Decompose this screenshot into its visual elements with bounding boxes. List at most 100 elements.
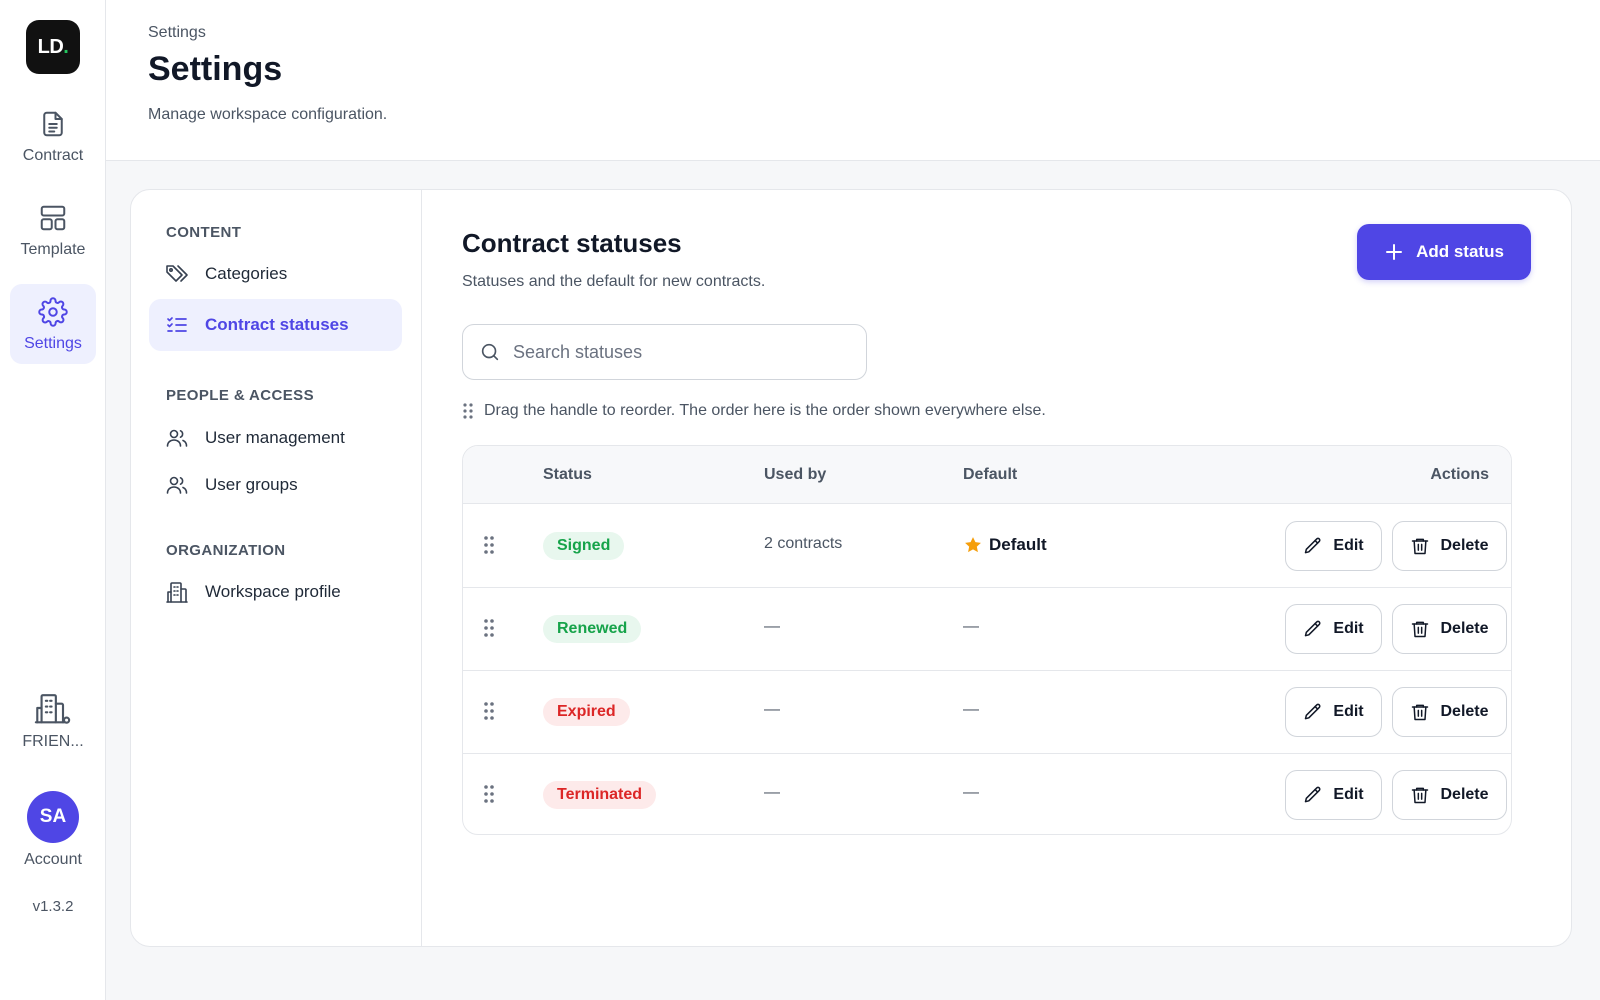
trash-icon (1412, 538, 1429, 555)
default-value: — (963, 618, 979, 635)
settings-subnav: CONTENT Categories Contract statuses PEO… (131, 190, 422, 946)
delete-label: Delete (1440, 537, 1489, 554)
rail-item-settings[interactable]: Settings (10, 284, 96, 364)
table-row: Signed 2 contracts Default Edit Delete (463, 505, 1511, 588)
section-title: Contract statuses (462, 228, 682, 258)
column-header-default: Default (963, 466, 1018, 483)
delete-button[interactable]: Delete (1392, 687, 1507, 737)
add-status-button[interactable]: Add status (1357, 224, 1531, 280)
app-rail: LD. Contract Template Settings FRIEN... … (0, 0, 106, 1000)
edit-button[interactable]: Edit (1285, 521, 1382, 571)
delete-label: Delete (1440, 703, 1489, 720)
used-by-value: 2 contracts (764, 535, 843, 552)
default-cell: — (963, 618, 979, 636)
subnav-item-user-groups[interactable]: User groups (149, 459, 402, 511)
section-subtitle: Statuses and the default for new contrac… (462, 273, 766, 290)
default-badge: Default (989, 535, 1047, 554)
subnav-item-categories[interactable]: Categories (149, 248, 402, 300)
avatar[interactable]: SA (27, 791, 79, 843)
section-label-people: PEOPLE & ACCESS (166, 387, 314, 404)
subnav-item-label: Workspace profile (205, 582, 341, 601)
edit-label: Edit (1333, 703, 1364, 720)
app-logo[interactable]: LD. (26, 20, 80, 74)
subnav-item-label: Categories (205, 264, 288, 283)
table-header: Status Used by Default Actions (463, 446, 1511, 504)
default-cell: Default (963, 535, 1047, 555)
page-subtitle: Manage workspace configuration. (148, 106, 388, 123)
layout-icon (40, 205, 66, 231)
edit-label: Edit (1333, 786, 1364, 803)
status-badge: Terminated (543, 781, 657, 809)
trash-icon (1412, 787, 1429, 804)
search-input[interactable] (513, 341, 843, 363)
drag-handle-icon[interactable] (483, 618, 495, 638)
delete-label: Delete (1440, 620, 1489, 637)
search-icon (481, 343, 499, 361)
edit-button[interactable]: Edit (1285, 604, 1382, 654)
building-icon (166, 582, 188, 603)
edit-label: Edit (1333, 620, 1364, 637)
delete-label: Delete (1440, 786, 1489, 803)
tag-icon (166, 265, 188, 282)
status-badge: Renewed (543, 615, 642, 643)
pencil-icon (1305, 620, 1321, 637)
delete-button[interactable]: Delete (1392, 770, 1507, 820)
document-icon (43, 111, 63, 137)
default-cell: — (963, 784, 979, 802)
rail-label: Template (20, 241, 86, 258)
section-label-organization: ORGANIZATION (166, 542, 286, 559)
status-badge: Expired (543, 698, 630, 726)
pencil-icon (1305, 786, 1321, 803)
breadcrumb[interactable]: Settings (148, 24, 206, 42)
plus-icon (1386, 244, 1403, 260)
subnav-item-workspace-profile[interactable]: Workspace profile (149, 566, 402, 618)
trash-icon (1412, 621, 1429, 638)
subnav-item-contract-statuses[interactable]: Contract statuses (149, 299, 402, 351)
users-icon (166, 476, 188, 494)
used-by-value: — (764, 701, 780, 718)
table-row: Terminated — — Edit Delete (463, 754, 1511, 834)
subnav-item-label: Contract statuses (205, 315, 349, 334)
star-icon (965, 537, 981, 553)
subnav-item-label: User management (205, 428, 345, 447)
default-cell: — (963, 701, 979, 719)
trash-icon (1412, 704, 1429, 721)
reorder-hint-text: Drag the handle to reorder. The order he… (484, 402, 1046, 419)
statuses-table: Status Used by Default Actions Signed 2 … (462, 445, 1512, 835)
version-label: v1.3.2 (32, 898, 74, 915)
table-row: Expired — — Edit Delete (463, 671, 1511, 754)
rail-item-workspace[interactable]: FRIEN... (10, 680, 96, 760)
delete-button[interactable]: Delete (1392, 604, 1507, 654)
account-label[interactable]: Account (0, 851, 106, 869)
column-header-status: Status (543, 466, 592, 483)
drag-handle-icon[interactable] (483, 701, 495, 721)
subnav-item-user-management[interactable]: User management (149, 412, 402, 464)
rail-item-contract[interactable]: Contract (10, 96, 96, 176)
table-row: Renewed — — Edit Delete (463, 588, 1511, 671)
search-field[interactable] (462, 324, 867, 380)
edit-button[interactable]: Edit (1285, 770, 1382, 820)
add-status-label: Add status (1416, 242, 1504, 261)
users-icon (166, 429, 188, 447)
rail-label: FRIEN... (22, 733, 84, 750)
drag-handle-icon (463, 403, 473, 419)
drag-handle-icon[interactable] (483, 784, 495, 804)
rail-label: Settings (24, 335, 82, 352)
logo-dot: . (63, 35, 69, 58)
delete-button[interactable]: Delete (1392, 521, 1507, 571)
section-label-content: CONTENT (166, 224, 242, 241)
gear-icon (38, 297, 68, 327)
checklist-icon (167, 317, 187, 332)
subnav-item-label: User groups (205, 475, 298, 494)
column-header-used-by: Used by (764, 466, 827, 483)
drag-handle-icon[interactable] (483, 535, 495, 555)
pencil-icon (1305, 537, 1321, 554)
edit-label: Edit (1333, 537, 1364, 554)
default-value: — (963, 784, 979, 801)
pencil-icon (1305, 703, 1321, 720)
column-header-actions: Actions (1430, 466, 1489, 483)
rail-item-template[interactable]: Template (10, 190, 96, 270)
page-title: Settings (148, 50, 283, 88)
edit-button[interactable]: Edit (1285, 687, 1382, 737)
reorder-hint: Drag the handle to reorder. The order he… (462, 402, 1046, 420)
